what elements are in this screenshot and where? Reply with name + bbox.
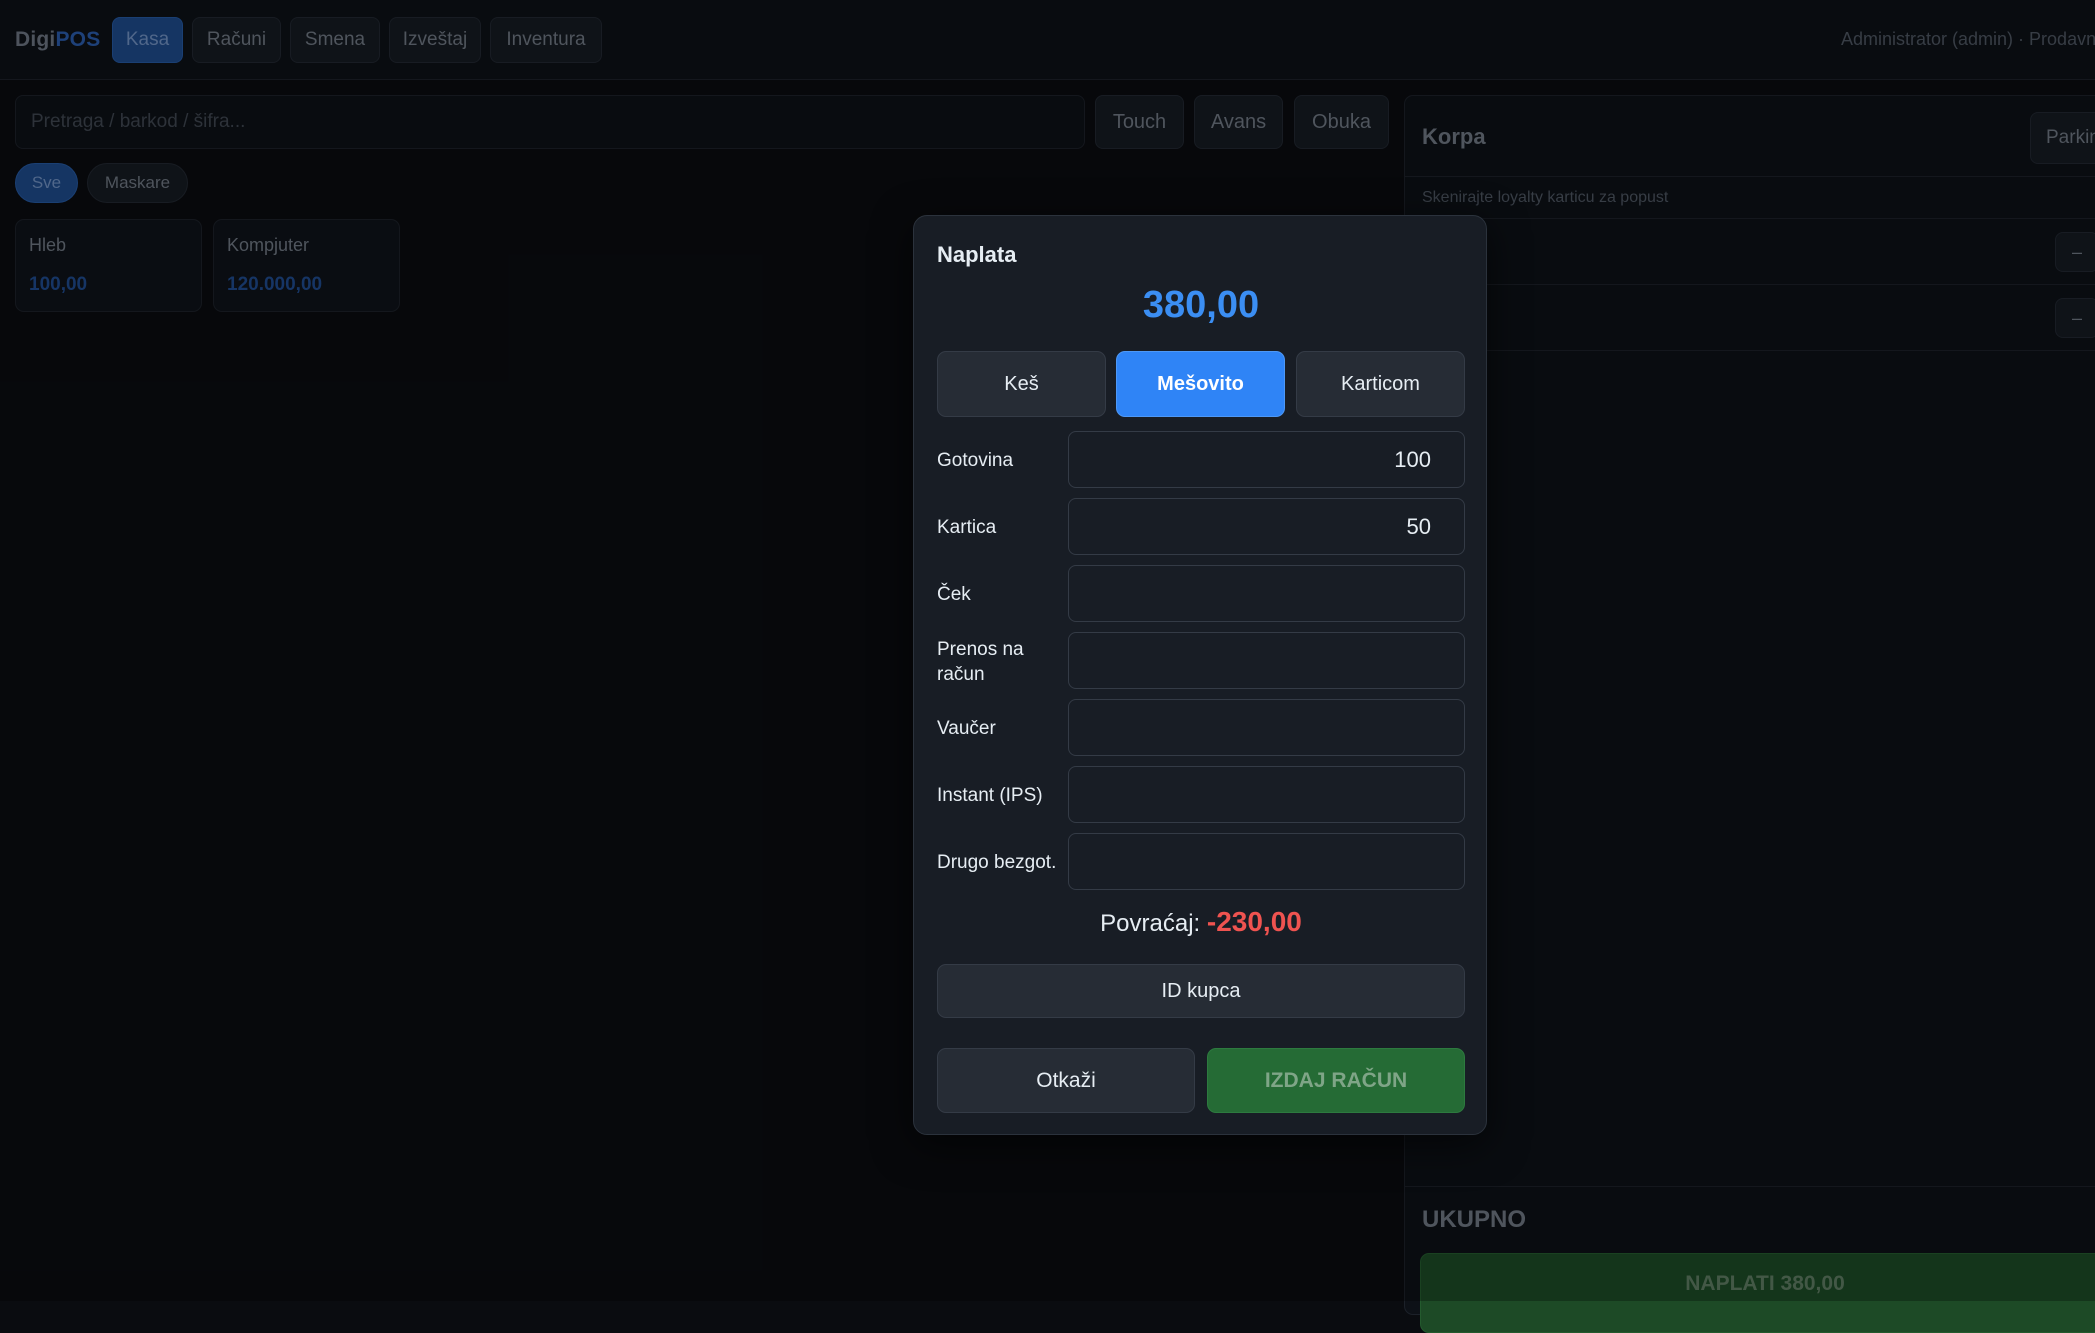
payment-dialog: Naplata 380,00 Keš Mešovito Karticom Got… [913, 215, 1487, 1135]
field-label: Prenos na račun [937, 639, 1024, 685]
cancel-button[interactable]: Otkaži [937, 1048, 1195, 1113]
other-noncash-input[interactable] [1068, 833, 1465, 890]
field-label: Kartica [937, 517, 997, 538]
field-label: Drugo bezgot. [937, 852, 1057, 873]
method-mixed-button[interactable]: Mešovito [1116, 351, 1285, 417]
transfer-amount-input[interactable] [1068, 632, 1465, 689]
amount-due: 380,00 [1142, 284, 1260, 326]
instant-ips-input[interactable] [1068, 766, 1465, 823]
customer-id-button[interactable]: ID kupca [937, 964, 1465, 1018]
card-amount-input[interactable] [1068, 498, 1465, 555]
field-label: Ček [937, 584, 971, 605]
field-label: Vaučer [937, 718, 996, 739]
cash-amount-input[interactable] [1068, 431, 1465, 488]
change-display: Povraćaj: -230,00 [914, 906, 1488, 938]
change-label: Povraćaj: [1100, 910, 1201, 937]
method-cash-button[interactable]: Keš [937, 351, 1106, 417]
dialog-title: Naplata [937, 242, 1017, 267]
method-card-button[interactable]: Karticom [1296, 351, 1465, 417]
voucher-amount-input[interactable] [1068, 699, 1465, 756]
issue-receipt-button[interactable]: IZDAJ RAČUN [1207, 1048, 1465, 1113]
change-value: -230,00 [1206, 906, 1302, 937]
field-label: Gotovina [937, 450, 1014, 471]
field-label: Instant (IPS) [937, 785, 1043, 806]
check-amount-input[interactable] [1068, 565, 1465, 622]
